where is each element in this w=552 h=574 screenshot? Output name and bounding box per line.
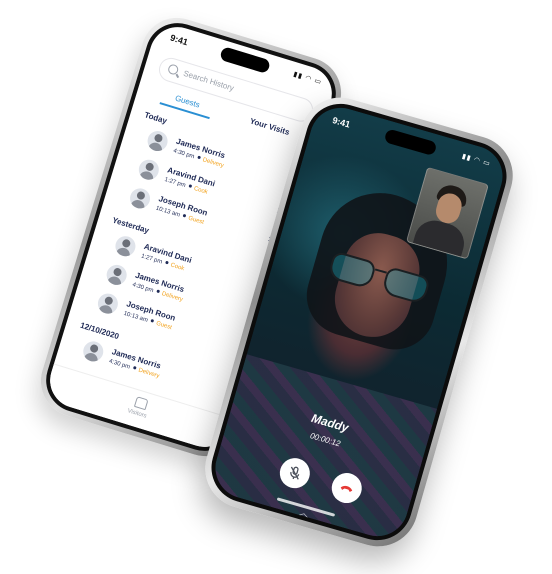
status-time: 9:41 [169, 32, 190, 48]
avatar [127, 185, 153, 211]
visit-type: Cook [193, 185, 209, 196]
signal-wifi-battery-icon: ▮▮ ◠ ▭ [461, 153, 492, 169]
avatar [136, 157, 162, 183]
end-call-icon [340, 485, 353, 493]
visit-type: Cook [169, 262, 185, 273]
avatar [145, 128, 171, 154]
visit-type: Guest [155, 320, 173, 332]
signal-wifi-battery-icon: ▮▮ ◠ ▭ [292, 70, 323, 87]
search-placeholder: Search History [182, 68, 236, 93]
status-bar: 9:41 ▮▮ ◠ ▭ [312, 101, 509, 181]
avatar [80, 338, 106, 364]
home-icon[interactable] [133, 396, 149, 411]
dynamic-island [383, 128, 438, 157]
avatar [112, 233, 138, 259]
avatar [104, 262, 130, 288]
mic-off-icon [290, 466, 300, 480]
section-title: Today [143, 110, 169, 126]
status-time: 9:41 [331, 115, 352, 130]
search-icon [166, 63, 180, 76]
visit-type: Guest [187, 215, 205, 226]
self-view-video[interactable] [405, 166, 489, 260]
dynamic-island [219, 46, 272, 75]
avatar [95, 291, 121, 317]
